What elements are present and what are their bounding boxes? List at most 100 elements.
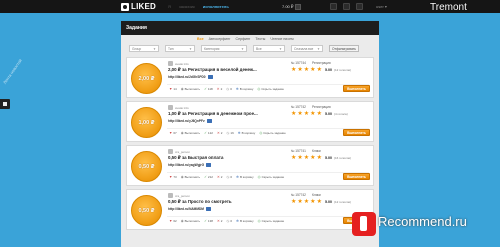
group-select-value: Group [132, 46, 142, 51]
rating-stars: ★ ★ ★ ★ ★ 5.00 (16 голосов) [291, 155, 351, 161]
perform-button[interactable]: Выполнить [343, 85, 370, 92]
perform-button[interactable]: Выполнить [343, 129, 370, 136]
done-label: Выполнить [184, 87, 201, 91]
task-url[interactable]: http://liked.ru/NAMMDM [168, 207, 211, 211]
dislikes-stat[interactable]: ▼ 14 [169, 87, 177, 91]
task-title[interactable]: 1,00 ₽ за Регистрация в денежном прое... [168, 111, 270, 117]
perform-button[interactable]: Выполнить [343, 173, 370, 180]
dislikes-count: 62 [173, 219, 177, 223]
brand-logo[interactable]: LIKED [121, 2, 156, 11]
rejected-stat: ✕ 2 [217, 175, 223, 179]
task-card: 0,50 ₽ cra_person 0,50 ₽ за Просто по см… [126, 189, 374, 230]
task-category: Клики [312, 193, 321, 197]
category-select-value: Категория [204, 46, 220, 51]
approved-stat: ✓ 118 [204, 87, 213, 91]
star-icon: ★ [291, 67, 297, 73]
task-url-text: http://liked.ru/NAMMDM [168, 207, 204, 211]
add-to-cart[interactable]: ⊕ В корзину [236, 219, 254, 223]
mail-icon[interactable] [330, 3, 337, 10]
tab-me[interactable]: Я [168, 4, 171, 9]
tab-surfing[interactable]: Серфинг [235, 37, 250, 41]
logo-icon [121, 2, 129, 11]
side-panel-toggle[interactable] [0, 99, 10, 109]
approved-stat: ✓ 138 [204, 219, 213, 223]
tab-all[interactable]: Все [197, 37, 204, 41]
task-author[interactable]: avatar.info [168, 61, 189, 66]
cart-icon: ⊕ [237, 131, 241, 135]
tab-autosurfing[interactable]: Автосерфинг [209, 37, 231, 41]
approved-count: 118 [207, 87, 213, 91]
clock-icon: ◷ [226, 87, 230, 91]
approved-count: 122 [207, 131, 213, 135]
sort-select[interactable]: Сначала все ▼ [291, 45, 323, 52]
top-navigation-bar: LIKED Я заказчик исполнитель 7.00 ₽ user… [0, 0, 500, 13]
task-url[interactable]: http://liked.ru/yJ6QnPFv [168, 119, 212, 123]
task-author[interactable]: cra_person [168, 193, 190, 198]
task-number: № 157742 [291, 105, 306, 109]
star-icon: ★ [297, 155, 303, 161]
star-icon: ★ [310, 199, 316, 205]
top-icons [330, 3, 363, 10]
link-icon [206, 119, 212, 123]
rejected-count: 2 [220, 131, 223, 135]
task-url[interactable]: http://liked.ru/yagWgjrG [168, 163, 212, 167]
rejected-count: 2 [220, 87, 223, 91]
dislikes-stat[interactable]: ▼ 62 [169, 219, 177, 223]
pending-count: 16 [230, 131, 234, 135]
cart-label: В корзину [239, 87, 254, 91]
filter-button[interactable]: Отфильтровать [329, 45, 359, 52]
hide-task[interactable]: ◎ Скрыть задание [257, 87, 284, 91]
watermark-top: Tremont [430, 2, 467, 13]
task-url-text: http://liked.ru/2dGhSPD0 [168, 75, 206, 79]
dislikes-stat[interactable]: ▼ 73 [169, 175, 177, 179]
star-icon: ★ [297, 111, 303, 117]
settings-icon[interactable] [356, 3, 363, 10]
cart-icon: ⊕ [236, 175, 239, 179]
completions-stat[interactable]: ◉ Выполнить [181, 87, 200, 91]
price-coin: 0,50 ₽ [131, 151, 162, 182]
tab-mail-reading[interactable]: Чтение писем [270, 37, 293, 41]
task-title[interactable]: 2,00 ₽ за Регистрация в веселой денеж... [168, 67, 270, 73]
avatar [168, 105, 173, 110]
balance[interactable]: 7.00 ₽ [282, 3, 302, 10]
rejected-stat: ✕ 2 [217, 131, 223, 135]
eye-icon: ◎ [259, 131, 263, 135]
dislikes-stat[interactable]: ▼ 67 [169, 131, 177, 135]
task-title[interactable]: 0,50 ₽ за Просто по смотреть [168, 199, 270, 205]
hide-task[interactable]: ◎ Скрыть задание [259, 131, 286, 135]
star-icon: ★ [316, 67, 322, 73]
add-to-cart[interactable]: ⊕ В корзину [236, 175, 254, 179]
status-select[interactable]: Все ▼ [253, 45, 285, 52]
task-title[interactable]: 0,50 ₽ за Быстрая оплата [168, 155, 270, 161]
task-url-text: http://liked.ru/yJ6QnPFv [168, 119, 205, 123]
task-card: 0,50 ₽ cra_person 0,50 ₽ за Быстрая опла… [126, 145, 374, 186]
task-url[interactable]: http://liked.ru/2dGhSPD0 [168, 75, 213, 79]
completions-stat[interactable]: ◉ Выполнить [181, 131, 200, 135]
star-icon: ★ [291, 111, 297, 117]
tab-customer[interactable]: заказчик [179, 4, 195, 9]
task-category: Регистрация [312, 61, 331, 65]
hide-label: Скрыть задание [261, 219, 285, 223]
author-name: cra_person [175, 149, 191, 154]
user-icon: ◉ [180, 175, 184, 179]
user-menu[interactable]: user ▾ [376, 4, 387, 9]
add-to-cart[interactable]: ⊕ В корзину [236, 87, 254, 91]
task-author[interactable]: cra_person [168, 149, 190, 154]
completions-stat[interactable]: ◉ Выполнить [181, 175, 200, 179]
tasks-panel: Задания Все Автосерфинг Серфинг Тесты Чт… [121, 21, 379, 247]
notifications-icon[interactable] [343, 3, 350, 10]
add-to-cart[interactable]: ⊕ В корзину [238, 131, 256, 135]
hide-task[interactable]: ◎ Скрыть задание [258, 175, 285, 179]
tab-tests[interactable]: Тесты [255, 37, 265, 41]
completions-stat[interactable]: ◉ Выполнить [181, 219, 200, 223]
category-select[interactable]: Категория ▼ [201, 45, 247, 52]
group-select[interactable]: Group ▼ [129, 45, 159, 52]
task-author[interactable]: avatar.info [168, 105, 189, 110]
panel-title: Задания [126, 25, 147, 31]
hide-task[interactable]: ◎ Скрыть задание [258, 219, 285, 223]
type-select[interactable]: Тип ▼ [165, 45, 195, 52]
cross-icon: ✕ [216, 219, 220, 223]
task-category: Клики [312, 149, 321, 153]
clock-icon: ◷ [226, 219, 230, 223]
tab-performer[interactable]: исполнитель [203, 4, 229, 9]
